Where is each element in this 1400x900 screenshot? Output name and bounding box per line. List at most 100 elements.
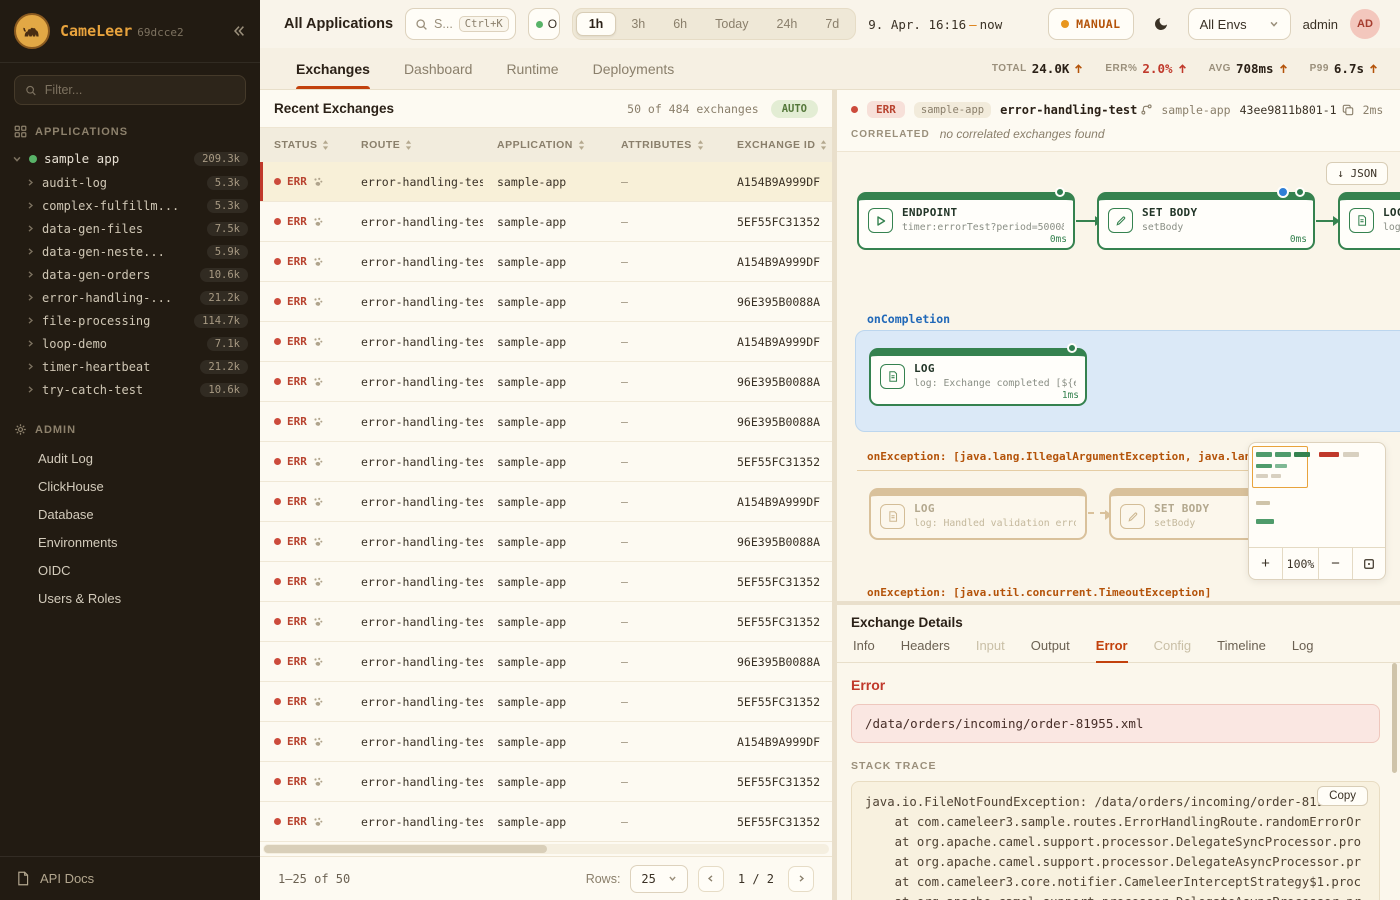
details-tab[interactable]: Config <box>1154 636 1192 662</box>
api-docs-link[interactable]: API Docs <box>0 856 260 900</box>
flow-canvas[interactable]: ↓ JSON ENDPOINTtimer:errorTest?period=50… <box>837 152 1400 601</box>
sidebar-route-item[interactable]: loop-demo 7.1k <box>0 332 260 355</box>
download-json-button[interactable]: ↓ JSON <box>1326 162 1388 185</box>
rows-per-page-select[interactable]: 25 <box>630 865 687 893</box>
exchange-row[interactable]: ERR error-handling-test sample-app — A15… <box>260 162 832 202</box>
document-icon <box>16 871 30 886</box>
date-range[interactable]: 9. Apr. 16:16–now <box>868 17 1002 32</box>
main-tab[interactable]: Runtime <box>506 48 558 89</box>
previous-page-button[interactable] <box>698 866 724 892</box>
sidebar-route-item[interactable]: complex-fulfillm... 5.3k <box>0 194 260 217</box>
admin-menu-item[interactable]: Database <box>0 500 260 528</box>
admin-menu-item[interactable]: OIDC <box>0 556 260 584</box>
details-tab[interactable]: Log <box>1292 636 1314 662</box>
stat-value: 2.0% <box>1142 61 1172 76</box>
sidebar-route-item[interactable]: audit-log 5.3k <box>0 171 260 194</box>
collapse-sidebar-icon[interactable] <box>232 24 246 38</box>
time-range-button[interactable]: Today <box>702 12 761 36</box>
auto-refresh-badge[interactable]: AUTO <box>771 100 818 118</box>
dark-mode-toggle[interactable] <box>1146 9 1176 39</box>
flow-node-exception-log[interactable]: LOGlog: Handled validation error: ${exce <box>869 488 1087 540</box>
column-header[interactable]: EXCHANGE ID <box>723 139 832 151</box>
exchange-row[interactable]: ERR error-handling-test sample-app — 96E… <box>260 642 832 682</box>
stack-trace-code[interactable]: java.io.FileNotFoundException: /data/ord… <box>851 781 1380 900</box>
route-name[interactable]: error-handling-test <box>1000 103 1152 117</box>
copy-icon[interactable] <box>1342 104 1354 116</box>
time-range-button[interactable]: 1h <box>576 12 617 36</box>
exchange-row[interactable]: ERR error-handling-test sample-app — 5EF… <box>260 802 832 842</box>
avatar[interactable]: AD <box>1350 9 1380 39</box>
time-range-button[interactable]: 24h <box>764 12 811 36</box>
status-text: ERR <box>287 335 307 348</box>
exchange-row[interactable]: ERR error-handling-test sample-app — A15… <box>260 482 832 522</box>
time-range-button[interactable]: 3h <box>618 12 658 36</box>
flow-node-setbody[interactable]: SET BODYsetBody 0ms <box>1097 192 1315 250</box>
exchange-row[interactable]: ERR error-handling-test sample-app — 5EF… <box>260 762 832 802</box>
exchange-row[interactable]: ERR error-handling-test sample-app — 5EF… <box>260 202 832 242</box>
exchange-row[interactable]: ERR error-handling-test sample-app — 5EF… <box>260 442 832 482</box>
search-box[interactable]: S... Ctrl+K <box>405 8 516 40</box>
main-tab[interactable]: Deployments <box>593 48 675 89</box>
exchange-row[interactable]: ERR error-handling-test sample-app — 96E… <box>260 402 832 442</box>
only-errors-toggle[interactable]: O <box>528 8 560 40</box>
table-horizontal-scrollbar[interactable] <box>263 844 829 854</box>
admin-menu-item[interactable]: Environments <box>0 528 260 556</box>
sidebar-route-item[interactable]: data-gen-neste... 5.9k <box>0 240 260 263</box>
exchange-row[interactable]: ERR error-handling-test sample-app — 96E… <box>260 282 832 322</box>
details-tab[interactable]: Input <box>976 636 1005 662</box>
sidebar-route-item[interactable]: file-processing 114.7k <box>0 309 260 332</box>
zoom-in-button[interactable]: + <box>1249 548 1283 579</box>
admin-menu-item[interactable]: Audit Log <box>0 444 260 472</box>
exchange-row[interactable]: ERR error-handling-test sample-app — 5EF… <box>260 602 832 642</box>
exchange-id-cell: A154B9A999DF <box>723 735 832 749</box>
flow-node-endpoint[interactable]: ENDPOINTtimer:errorTest?period=5000&dela… <box>857 192 1075 250</box>
flow-minimap[interactable]: + 100% − <box>1248 442 1386 580</box>
sidebar-app-sample-app[interactable]: sample app 209.3k <box>0 146 260 171</box>
time-range-button[interactable]: 7d <box>812 12 852 36</box>
time-range-button[interactable]: 6h <box>660 12 700 36</box>
details-scrollbar-thumb[interactable] <box>1392 663 1397 773</box>
details-tab[interactable]: Headers <box>901 636 950 662</box>
exchange-row[interactable]: ERR error-handling-test sample-app — 5EF… <box>260 562 832 602</box>
sidebar-route-item[interactable]: data-gen-orders 10.6k <box>0 263 260 286</box>
manual-refresh-button[interactable]: MANUAL <box>1048 8 1134 40</box>
scrollbar-thumb[interactable] <box>264 845 547 853</box>
details-tab[interactable]: Timeline <box>1217 636 1266 662</box>
sidebar-route-item[interactable]: timer-heartbeat 21.2k <box>0 355 260 378</box>
filter-input[interactable] <box>45 83 235 97</box>
zoom-fit-icon[interactable] <box>1353 548 1385 579</box>
column-header[interactable]: ROUTE <box>347 139 483 151</box>
sidebar-route-item[interactable]: data-gen-files 7.5k <box>0 217 260 240</box>
exchange-row[interactable]: ERR error-handling-test sample-app — 5EF… <box>260 682 832 722</box>
column-header[interactable]: ATTRIBUTES <box>607 139 723 151</box>
details-tab[interactable]: Info <box>853 636 875 662</box>
route-branch-icon <box>1141 104 1152 115</box>
details-tab[interactable]: Output <box>1031 636 1070 662</box>
environment-select[interactable]: All Envs <box>1188 8 1291 40</box>
main-tab[interactable]: Dashboard <box>404 48 473 89</box>
column-header[interactable]: STATUS <box>260 139 347 151</box>
exchange-row[interactable]: ERR error-handling-test sample-app — A15… <box>260 322 832 362</box>
column-header[interactable]: APPLICATION <box>483 139 607 151</box>
status-text: ERR <box>287 495 307 508</box>
sidebar-route-item[interactable]: try-catch-test 10.6k <box>0 378 260 401</box>
flow-node-log[interactable]: LOGlog: Sta <box>1338 192 1400 250</box>
exchange-row[interactable]: ERR error-handling-test sample-app — 96E… <box>260 362 832 402</box>
next-page-button[interactable] <box>788 866 814 892</box>
sidebar: CameLeer69dcce2 APPLICATIONS sample app … <box>0 0 260 900</box>
admin-menu-item[interactable]: Users & Roles <box>0 584 260 612</box>
main-tab[interactable]: Exchanges <box>296 48 370 89</box>
exchange-row[interactable]: ERR error-handling-test sample-app — 96E… <box>260 522 832 562</box>
flow-node-completion-log[interactable]: LOGlog: Exchange completed [${exchan 1ms <box>869 348 1087 406</box>
sidebar-route-item[interactable]: error-handling-... 21.2k <box>0 286 260 309</box>
exchange-row[interactable]: ERR error-handling-test sample-app — A15… <box>260 722 832 762</box>
chevron-right-icon <box>26 316 35 325</box>
status-cell: ERR <box>260 495 347 508</box>
copy-button[interactable]: Copy <box>1317 786 1368 806</box>
zoom-out-button[interactable]: − <box>1319 548 1353 579</box>
error-dot <box>274 458 281 465</box>
exchange-row[interactable]: ERR error-handling-test sample-app — A15… <box>260 242 832 282</box>
details-tab[interactable]: Error <box>1096 636 1128 662</box>
sidebar-filter[interactable] <box>14 75 246 105</box>
admin-menu-item[interactable]: ClickHouse <box>0 472 260 500</box>
